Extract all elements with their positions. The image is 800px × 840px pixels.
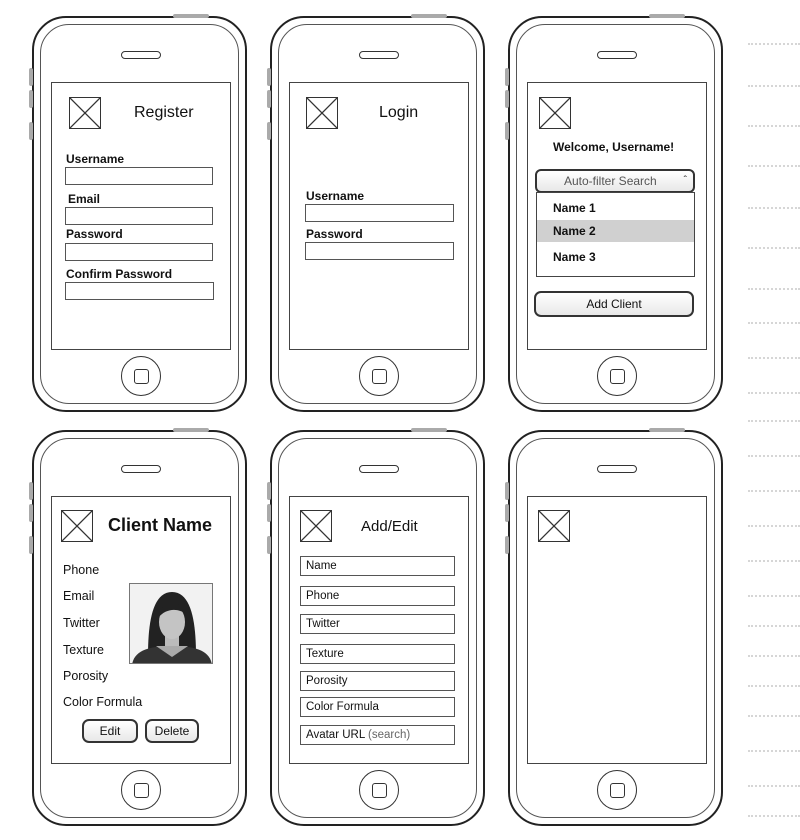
twitter-label: Twitter	[63, 616, 100, 630]
blank-screen	[527, 496, 707, 764]
register-screen: Register Username Email Password Confirm…	[51, 82, 231, 350]
speaker	[359, 465, 399, 473]
list-item[interactable]: Name 3	[537, 246, 694, 268]
color-formula-field[interactable]: Color Formula	[300, 697, 455, 717]
email-label: Email	[63, 589, 95, 603]
phone-label: Phone	[63, 563, 100, 577]
password-field[interactable]	[65, 243, 213, 261]
username-field[interactable]	[65, 167, 213, 185]
confirm-password-field[interactable]	[65, 282, 214, 300]
home-button[interactable]	[121, 770, 161, 810]
texture-label: Texture	[63, 643, 104, 657]
search-dropdown[interactable]: Auto-filter Search ˆ	[535, 169, 695, 193]
phone-blank	[505, 428, 723, 826]
client-list-screen: Welcome, Username! Auto-filter Search ˆ …	[527, 82, 707, 350]
phone-login: Login Username Password	[267, 14, 485, 412]
porosity-label: Porosity	[63, 669, 109, 683]
username-label: Username	[306, 189, 365, 203]
client-dropdown-list: Name 1 Name 2 Name 3	[536, 192, 695, 277]
speaker	[359, 51, 399, 59]
avatar-url-field[interactable]: Avatar URL (search)	[300, 725, 455, 745]
twitter-field[interactable]: Twitter	[300, 614, 455, 634]
search-placeholder: Auto-filter Search	[564, 174, 657, 188]
add-edit-screen: Add/Edit Name Phone Twitter Texture Poro…	[289, 496, 469, 764]
image-placeholder-icon	[306, 97, 338, 129]
image-placeholder-icon	[61, 510, 93, 542]
image-placeholder-icon	[538, 510, 570, 542]
home-button[interactable]	[121, 356, 161, 396]
chevron-up-icon: ˆ	[683, 175, 687, 186]
client-name-title: Client Name	[108, 515, 213, 535]
background-dots	[748, 0, 800, 840]
register-title: Register	[134, 104, 194, 121]
delete-button[interactable]: Delete	[145, 719, 199, 743]
password-label: Password	[66, 227, 123, 241]
speaker	[121, 51, 161, 59]
texture-field[interactable]: Texture	[300, 644, 455, 664]
home-button[interactable]	[597, 356, 637, 396]
home-button[interactable]	[597, 770, 637, 810]
avatar	[129, 583, 213, 664]
list-item-selected[interactable]: Name 2	[537, 220, 694, 242]
home-button[interactable]	[359, 770, 399, 810]
speaker	[597, 465, 637, 473]
client-detail-screen: Client Name Phone Email Twitter Texture …	[51, 496, 231, 764]
color-formula-label: Color Formula	[63, 695, 143, 709]
email-field[interactable]	[65, 207, 213, 225]
home-button[interactable]	[359, 356, 399, 396]
email-label: Email	[68, 192, 101, 206]
speaker	[121, 465, 161, 473]
login-title: Login	[379, 104, 419, 121]
phone-client-detail: Client Name Phone Email Twitter Texture …	[29, 428, 247, 826]
phone-client-list: Welcome, Username! Auto-filter Search ˆ …	[505, 14, 723, 412]
login-screen: Login Username Password	[289, 82, 469, 350]
welcome-text: Welcome, Username!	[553, 140, 675, 154]
confirm-password-label: Confirm Password	[66, 267, 173, 281]
username-field[interactable]	[305, 204, 454, 222]
password-label: Password	[306, 227, 363, 241]
porosity-field[interactable]: Porosity	[300, 671, 455, 691]
phone-field[interactable]: Phone	[300, 586, 455, 606]
name-field[interactable]: Name	[300, 556, 455, 576]
image-placeholder-icon	[69, 97, 101, 129]
avatar-url-label: Avatar URL	[306, 729, 365, 741]
add-edit-title: Add/Edit	[361, 518, 418, 535]
avatar-url-hint: (search)	[368, 729, 411, 741]
phone-register: Register Username Email Password Confirm…	[29, 14, 247, 412]
list-item[interactable]: Name 1	[537, 197, 694, 219]
image-placeholder-icon	[300, 510, 332, 542]
phone-add-edit: Add/Edit Name Phone Twitter Texture Poro…	[267, 428, 485, 826]
image-placeholder-icon	[539, 97, 571, 129]
add-client-button[interactable]: Add Client	[534, 291, 694, 317]
password-field[interactable]	[305, 242, 454, 260]
username-label: Username	[66, 152, 125, 166]
edit-button[interactable]: Edit	[82, 719, 138, 743]
speaker	[597, 51, 637, 59]
